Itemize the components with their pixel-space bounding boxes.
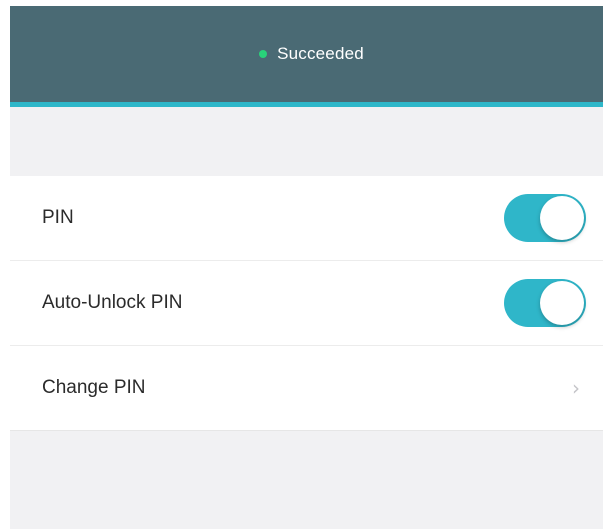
- pin-settings-list: PIN Auto-Unlock PIN Change PIN ›: [10, 176, 603, 431]
- status-dot-icon: [259, 50, 268, 58]
- app-screen: Succeeded PIN Auto-Unlock PIN Change PIN…: [10, 6, 603, 529]
- auto-unlock-pin-label: Auto-Unlock PIN: [42, 292, 183, 313]
- pin-row: PIN: [10, 176, 603, 261]
- header-accent-bar: [10, 102, 603, 107]
- pin-label: PIN: [42, 207, 74, 228]
- auto-unlock-pin-toggle[interactable]: [504, 279, 586, 327]
- pin-toggle-knob: [540, 196, 584, 240]
- auto-unlock-pin-toggle-knob: [540, 281, 584, 325]
- pin-toggle[interactable]: [504, 194, 586, 242]
- auto-unlock-pin-row: Auto-Unlock PIN: [10, 261, 603, 346]
- change-pin-label: Change PIN: [42, 377, 146, 398]
- status-header: Succeeded: [10, 6, 603, 102]
- change-pin-row[interactable]: Change PIN ›: [10, 346, 603, 431]
- status-text: Succeeded: [277, 44, 364, 63]
- chevron-right-icon: ›: [572, 376, 580, 400]
- status-indicator: Succeeded: [259, 44, 364, 64]
